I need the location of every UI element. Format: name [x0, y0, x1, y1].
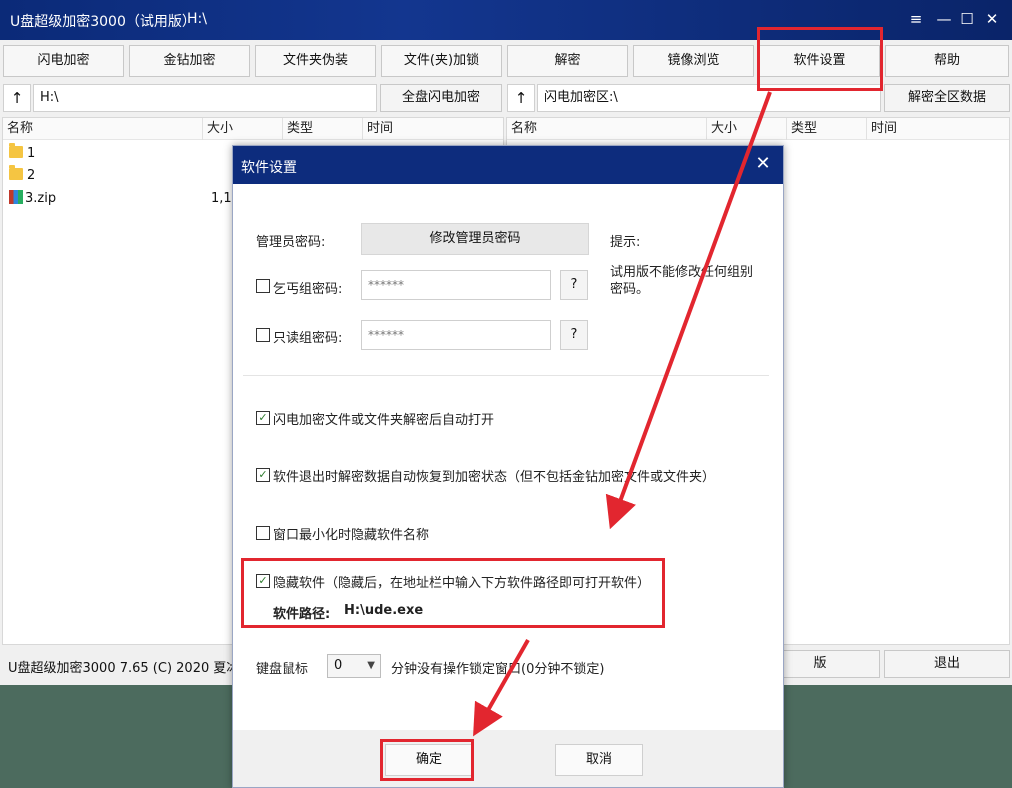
- annotation-arrow-2: [473, 639, 530, 737]
- annotation-arrow-1: [605, 91, 772, 530]
- annotation-arrows: [473, 91, 772, 737]
